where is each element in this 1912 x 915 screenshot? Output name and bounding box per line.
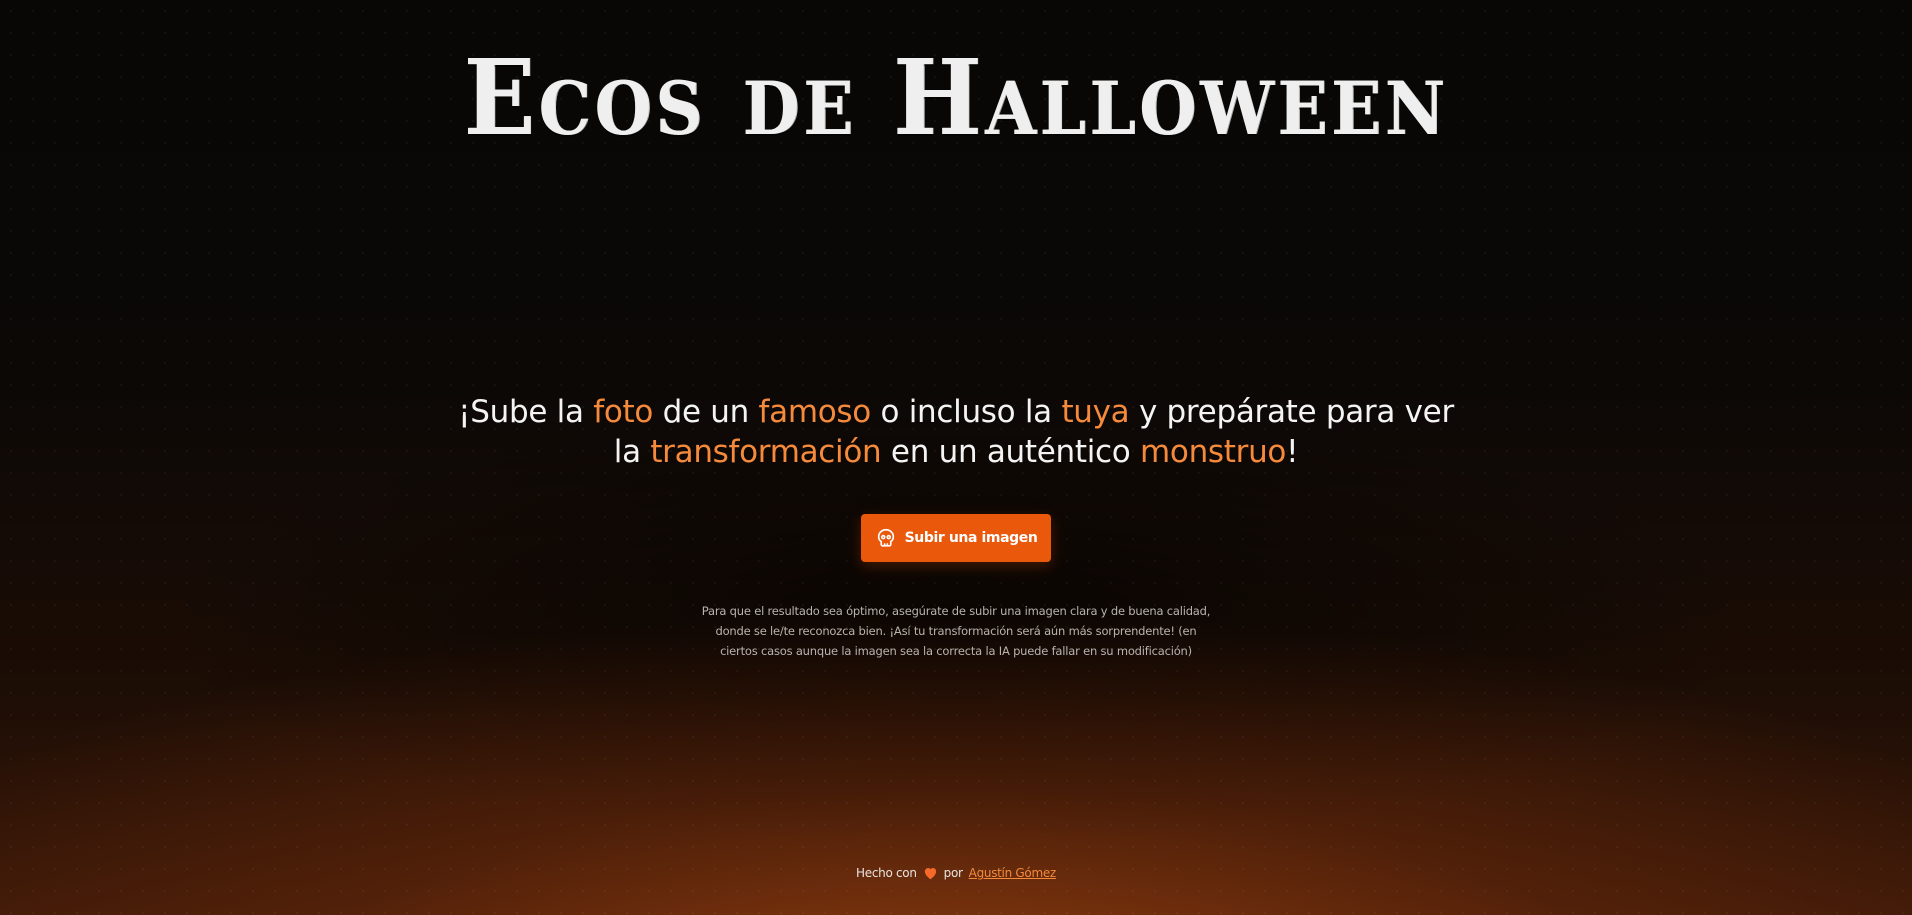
upload-button-label: Subir una imagen [904,530,1038,546]
tagline-segment: en un auténtico [881,434,1141,470]
tagline-highlight: tuya [1061,394,1130,430]
skull-icon [875,527,897,549]
author-link[interactable]: Agustín Gómez [969,866,1057,880]
tagline-segment: o incluso la [870,394,1062,430]
footer-by: por [943,866,963,880]
tagline-segment: de un [653,394,759,430]
tagline-highlight: transformación [650,434,882,470]
heart-icon [923,866,938,880]
tagline-highlight: monstruo [1140,434,1287,470]
page-title: Ecos de Halloween [463,36,1449,159]
tagline-highlight: famoso [758,394,872,430]
tagline-segment: ! [1286,434,1299,470]
footer: Hecho con por Agustín Gómez [0,866,1912,880]
upload-image-button[interactable]: Subir una imagen [861,514,1051,562]
tagline-segment: ¡Sube la [458,394,594,430]
hero-tagline: ¡Sube la foto de un famoso o incluso la … [456,392,1456,472]
quality-notice: Para que el resultado sea óptimo, asegúr… [701,604,1211,658]
footer-prefix: Hecho con [856,866,917,880]
tagline-highlight: foto [593,394,654,430]
